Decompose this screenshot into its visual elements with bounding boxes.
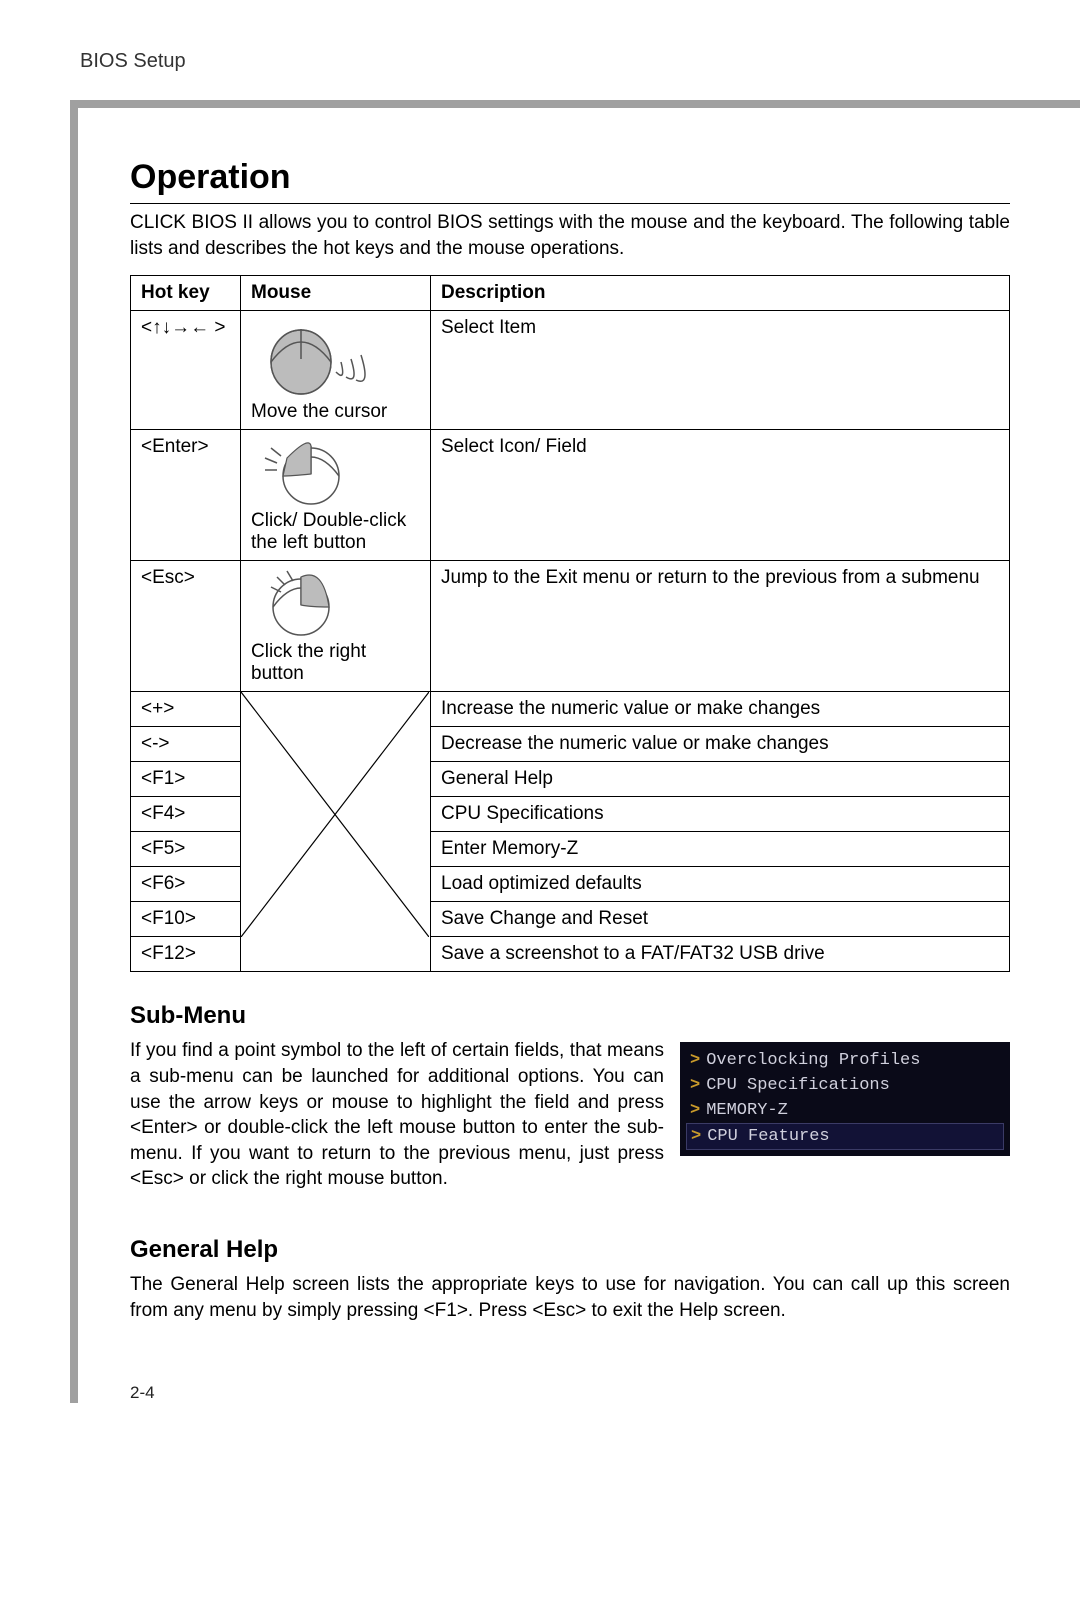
mouse-label: Click/ Double-click the left button	[251, 510, 420, 554]
hotkey-table: Hot key Mouse Description <↑↓→← >	[130, 275, 1010, 972]
mouse-cell: Click the right button	[241, 561, 431, 692]
table-row: <↑↓→← > Move the cursor Select Item	[131, 311, 1010, 430]
table-row: <Enter> Click/ Double-click the left but…	[131, 430, 1010, 561]
desc-cell: Increase the numeric value or make chang…	[431, 692, 1010, 727]
hotkey-cell: <↑↓→← >	[131, 311, 241, 430]
table-row: <Esc> Click the right button Jump to the…	[131, 561, 1010, 692]
table-row: <+> Increase the numeric value or make c…	[131, 692, 1010, 727]
submenu-screenshot: > Overclocking Profiles > CPU Specificat…	[680, 1042, 1010, 1156]
operation-heading: Operation	[130, 158, 1010, 204]
submenu-item: > CPU Specifications	[686, 1073, 1004, 1098]
hotkey-cell: <F4>	[131, 797, 241, 832]
chevron-right-icon: >	[691, 1127, 701, 1146]
desc-cell: Decrease the numeric value or make chang…	[431, 727, 1010, 762]
chevron-right-icon: >	[690, 1101, 700, 1120]
desc-cell: Select Item	[431, 311, 1010, 430]
desc-cell: Jump to the Exit menu or return to the p…	[431, 561, 1010, 692]
desc-cell: General Help	[431, 762, 1010, 797]
desc-cell: Select Icon/ Field	[431, 430, 1010, 561]
col-desc-header: Description	[431, 276, 1010, 311]
desc-cell: CPU Specifications	[431, 797, 1010, 832]
submenu-label: CPU Features	[707, 1127, 829, 1146]
hotkey-cell: <->	[131, 727, 241, 762]
mouse-label: Move the cursor	[251, 401, 420, 423]
hotkey-cell: <F6>	[131, 867, 241, 902]
hotkey-cell: <+>	[131, 692, 241, 727]
operation-intro: CLICK BIOS II allows you to control BIOS…	[130, 210, 1010, 261]
chevron-right-icon: >	[690, 1076, 700, 1095]
col-hotkey-header: Hot key	[131, 276, 241, 311]
mouse-right-click-icon	[251, 567, 361, 637]
mouse-cell: Click/ Double-click the left button	[241, 430, 431, 561]
hotkey-cell: <Enter>	[131, 430, 241, 561]
general-help-heading: General Help	[130, 1236, 1010, 1264]
hotkey-cell: <Esc>	[131, 561, 241, 692]
submenu-item: > Overclocking Profiles	[686, 1048, 1004, 1073]
hotkey-cell: <F12>	[131, 937, 241, 972]
horizontal-rule	[70, 100, 1080, 108]
mouse-label: Click the right button	[251, 641, 420, 685]
mouse-move-icon	[251, 317, 401, 397]
page-content: Operation CLICK BIOS II allows you to co…	[130, 98, 1010, 1403]
submenu-label: Overclocking Profiles	[706, 1051, 920, 1070]
cross-icon	[241, 692, 429, 937]
submenu-label: MEMORY-Z	[706, 1101, 788, 1120]
section-header: BIOS Setup	[80, 50, 1010, 73]
submenu-item-highlighted: > CPU Features	[686, 1123, 1004, 1150]
col-mouse-header: Mouse	[241, 276, 431, 311]
desc-cell: Load optimized defaults	[431, 867, 1010, 902]
hotkey-cell: <F5>	[131, 832, 241, 867]
general-help-body: The General Help screen lists the approp…	[130, 1272, 1010, 1323]
desc-cell: Enter Memory-Z	[431, 832, 1010, 867]
desc-cell: Save a screenshot to a FAT/FAT32 USB dri…	[431, 937, 1010, 972]
submenu-label: CPU Specifications	[706, 1076, 890, 1095]
mouse-left-click-icon	[251, 436, 361, 506]
chevron-right-icon: >	[690, 1051, 700, 1070]
hotkey-cell: <F1>	[131, 762, 241, 797]
table-header-row: Hot key Mouse Description	[131, 276, 1010, 311]
document-page: BIOS Setup Operation CLICK BIOS II allow…	[0, 0, 1080, 1453]
mouse-cell: Move the cursor	[241, 311, 431, 430]
vertical-rule	[70, 100, 78, 1403]
page-number: 2-4	[130, 1383, 1010, 1403]
submenu-heading: Sub-Menu	[130, 1002, 1010, 1030]
hotkey-cell: <F10>	[131, 902, 241, 937]
submenu-item: > MEMORY-Z	[686, 1098, 1004, 1123]
desc-cell: Save Change and Reset	[431, 902, 1010, 937]
mouse-empty-cell	[241, 692, 431, 972]
